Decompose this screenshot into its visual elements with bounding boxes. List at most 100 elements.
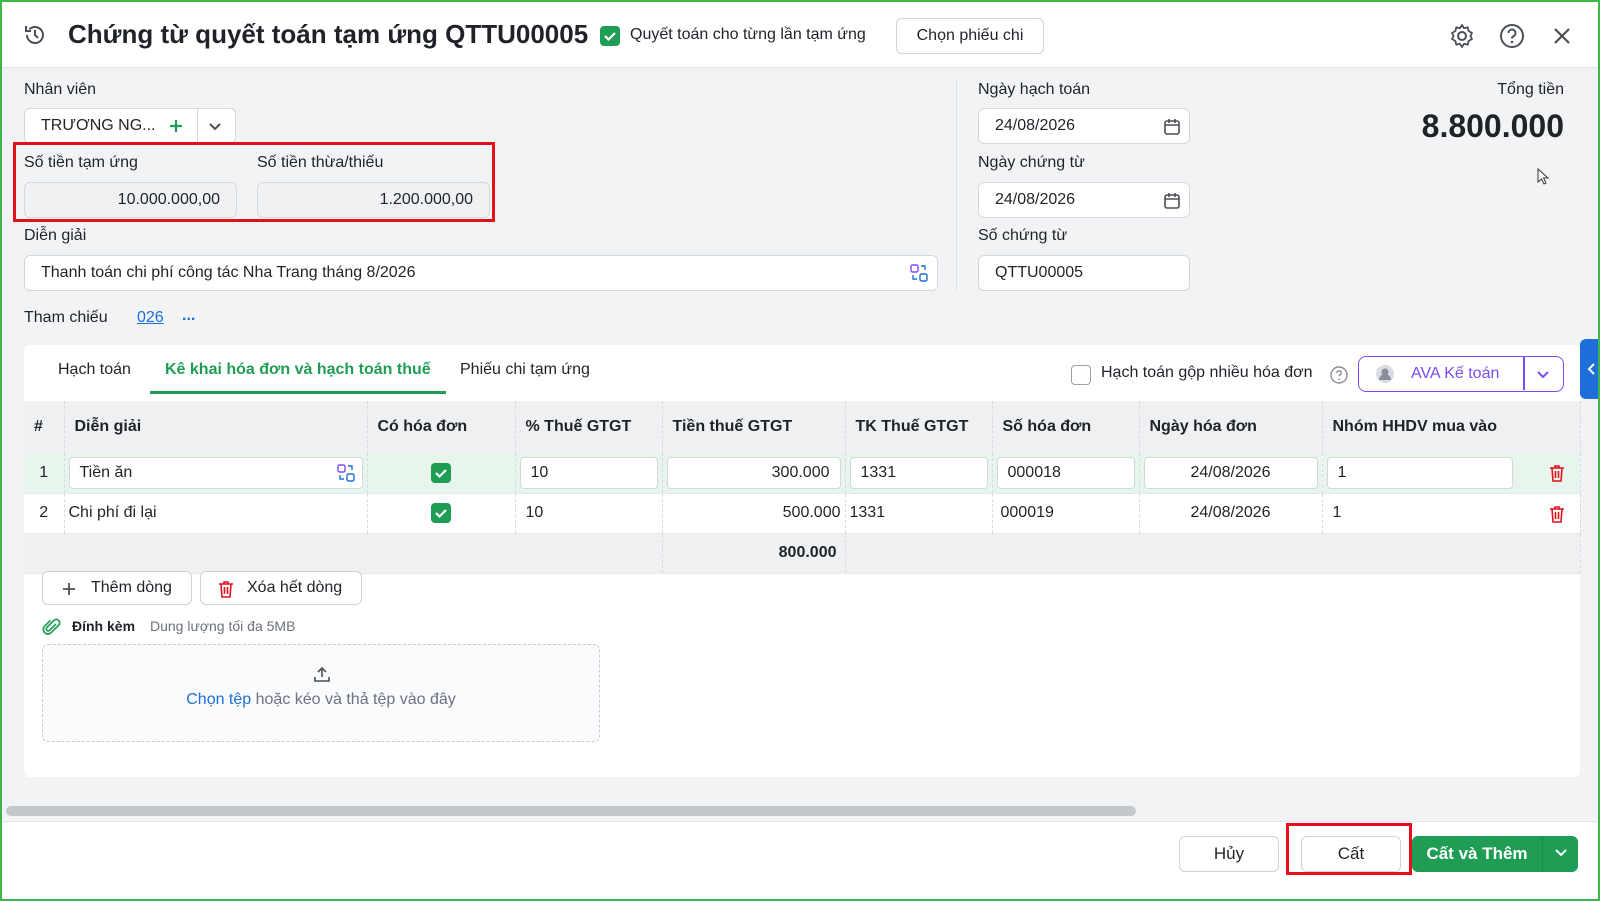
row-no: 2 — [24, 493, 65, 534]
cell-vat-pct[interactable]: 10 — [515, 453, 663, 494]
voucher-date-input[interactable]: 24/08/2026 — [978, 182, 1190, 218]
col-header-no: # — [24, 401, 65, 453]
has-invoice-checkbox[interactable] — [431, 462, 451, 483]
choose-voucher-button[interactable]: Chọn phiếu chi — [896, 18, 1044, 54]
close-icon[interactable] — [1548, 22, 1576, 50]
desc-input[interactable]: Tiền ăn — [68, 456, 363, 489]
voucher-no-input[interactable]: QTTU00005 — [978, 255, 1190, 291]
total-value: 8.800.000 — [1421, 108, 1564, 144]
desc-value: Tiền ăn — [79, 463, 133, 481]
voucher-date-value: 24/08/2026 — [995, 191, 1076, 208]
reference-more-link[interactable]: ... — [182, 307, 195, 325]
ava-separator — [1523, 357, 1525, 390]
calendar-icon[interactable] — [1163, 118, 1181, 136]
cell-invoice-date[interactable]: 24/08/2026 — [1139, 453, 1323, 494]
gear-icon[interactable] — [1448, 22, 1476, 50]
col-header-vat-account: TK Thuế GTGT — [845, 401, 993, 453]
employee-select[interactable]: TRƯƠNG NG... — [24, 108, 236, 144]
col-header-vat-pct: % Thuế GTGT — [515, 401, 663, 453]
vat-pct-input[interactable]: 10 — [519, 456, 658, 489]
posting-date-label: Ngày hạch toán — [978, 81, 1091, 98]
active-tab-indicator — [150, 391, 446, 394]
description-value: Thanh toán chi phí công tác Nha Trang th… — [41, 264, 416, 281]
cell-vat-pct[interactable]: 10 — [515, 493, 663, 534]
ai-translate-icon[interactable] — [909, 263, 929, 283]
invoice-no-input[interactable]: 000018 — [996, 456, 1135, 489]
calendar-icon[interactable] — [1163, 192, 1181, 210]
tab-invoice-tax[interactable]: Kê khai hóa đơn và hạch toán thuế — [165, 361, 431, 379]
col-header-desc: Diễn giải — [64, 401, 368, 453]
add-employee-icon[interactable] — [167, 117, 185, 135]
delete-all-rows-button[interactable]: Xóa hết dòng — [200, 571, 362, 605]
cancel-button[interactable]: Hủy — [1179, 836, 1279, 872]
col-header-invoice-date: Ngày hóa đơn — [1139, 401, 1323, 453]
cell-group[interactable]: 1 — [1322, 453, 1581, 494]
settle-each-checkbox[interactable] — [600, 26, 620, 46]
table-row[interactable]: 2 Chi phí đi lại 10 500.000 1331 000019 … — [24, 493, 1581, 534]
cell-desc[interactable]: Tiền ăn — [64, 453, 368, 494]
chevron-down-icon[interactable] — [207, 118, 223, 134]
group-value: 1 — [1332, 504, 1342, 521]
cell-desc[interactable]: Chi phí đi lại — [64, 493, 368, 534]
summary-spacer — [24, 533, 663, 574]
side-panel-toggle[interactable] — [1580, 339, 1598, 399]
voucher-no-label: Số chứng từ — [978, 227, 1068, 244]
horizontal-scrollbar[interactable] — [6, 806, 1136, 816]
description-label: Diễn giải — [24, 227, 87, 244]
tab-advance-voucher[interactable]: Phiếu chi tạm ứng — [460, 361, 590, 379]
row-no: 1 — [24, 453, 65, 494]
posting-date-input[interactable]: 24/08/2026 — [978, 108, 1190, 144]
attachment-hint: Dung lượng tối đa 5MB — [150, 618, 296, 634]
posting-date-value: 24/08/2026 — [995, 117, 1076, 134]
save-options-dropdown[interactable] — [1542, 836, 1578, 872]
chevron-down-icon[interactable] — [1535, 366, 1551, 382]
check-icon — [435, 468, 447, 478]
select-divider — [197, 109, 198, 143]
ai-translate-icon[interactable] — [336, 463, 356, 483]
cell-has-invoice[interactable] — [367, 453, 516, 494]
reference-label: Tham chiếu — [24, 309, 108, 326]
help-icon[interactable] — [1498, 22, 1526, 50]
description-input[interactable]: Thanh toán chi phí công tác Nha Trang th… — [24, 255, 938, 291]
ava-accounting-button[interactable]: AVA Kế toán — [1358, 356, 1564, 392]
group-input[interactable]: 1 — [1326, 456, 1513, 489]
advance-amount-field: 10.000.000,00 — [24, 182, 237, 218]
total-label: Tổng tiền — [1497, 81, 1564, 98]
ava-avatar-icon — [1376, 365, 1394, 383]
cell-vat-account[interactable]: 1331 — [845, 493, 993, 534]
invoice-date-input[interactable]: 24/08/2026 — [1143, 456, 1318, 489]
trash-icon[interactable] — [1548, 504, 1566, 524]
col-header-vat-amount: Tiền thuế GTGT — [662, 401, 846, 453]
cell-vat-account[interactable]: 1331 — [845, 453, 993, 494]
cell-invoice-no[interactable]: 000019 — [992, 493, 1140, 534]
save-button[interactable]: Cất — [1301, 836, 1401, 872]
cell-vat-amount[interactable]: 500.000 — [662, 493, 846, 534]
info-icon[interactable] — [1329, 365, 1349, 385]
choose-file-link[interactable]: Chọn tệp — [186, 691, 251, 708]
chevron-left-icon — [1587, 363, 1595, 375]
reference-link[interactable]: 026 — [137, 309, 164, 327]
trash-icon[interactable] — [1548, 463, 1566, 483]
vat-amount-input[interactable]: 300.000 — [666, 456, 841, 489]
history-icon[interactable] — [22, 22, 48, 48]
merge-invoices-checkbox[interactable] — [1071, 365, 1091, 385]
col-header-invoice-no: Số hóa đơn — [992, 401, 1140, 453]
cell-vat-amount[interactable]: 300.000 — [662, 453, 846, 494]
cell-invoice-date[interactable]: 24/08/2026 — [1139, 493, 1323, 534]
voucher-dialog: Chứng từ quyết toán tạm ứng QTTU00005 Qu… — [0, 0, 1600, 901]
table-summary-row: 800.000 — [24, 533, 1581, 574]
has-invoice-checkbox[interactable] — [431, 503, 451, 523]
save-and-add-button[interactable]: Cất và Thêm — [1412, 836, 1542, 872]
cell-group[interactable]: 1 — [1322, 493, 1581, 534]
file-dropzone[interactable]: Chọn tệp hoặc kéo và thả tệp vào đây — [42, 644, 600, 742]
col-header-has-invoice: Có hóa đơn — [367, 401, 516, 453]
drop-instruction: hoặc kéo và thả tệp vào đây — [251, 691, 456, 708]
cell-has-invoice[interactable] — [367, 493, 516, 534]
employee-value: TRƯƠNG NG... — [41, 117, 156, 134]
add-row-button[interactable]: Thêm dòng — [42, 571, 192, 605]
table-row[interactable]: 1 Tiền ăn 10 300.000 1331 000018 24/08/2… — [24, 453, 1581, 494]
vat-account-input[interactable]: 1331 — [849, 456, 988, 489]
cell-invoice-no[interactable]: 000018 — [992, 453, 1140, 494]
dropzone-text: Chọn tệp hoặc kéo và thả tệp vào đây — [43, 691, 599, 709]
tab-hach-toan[interactable]: Hạch toán — [58, 361, 131, 379]
